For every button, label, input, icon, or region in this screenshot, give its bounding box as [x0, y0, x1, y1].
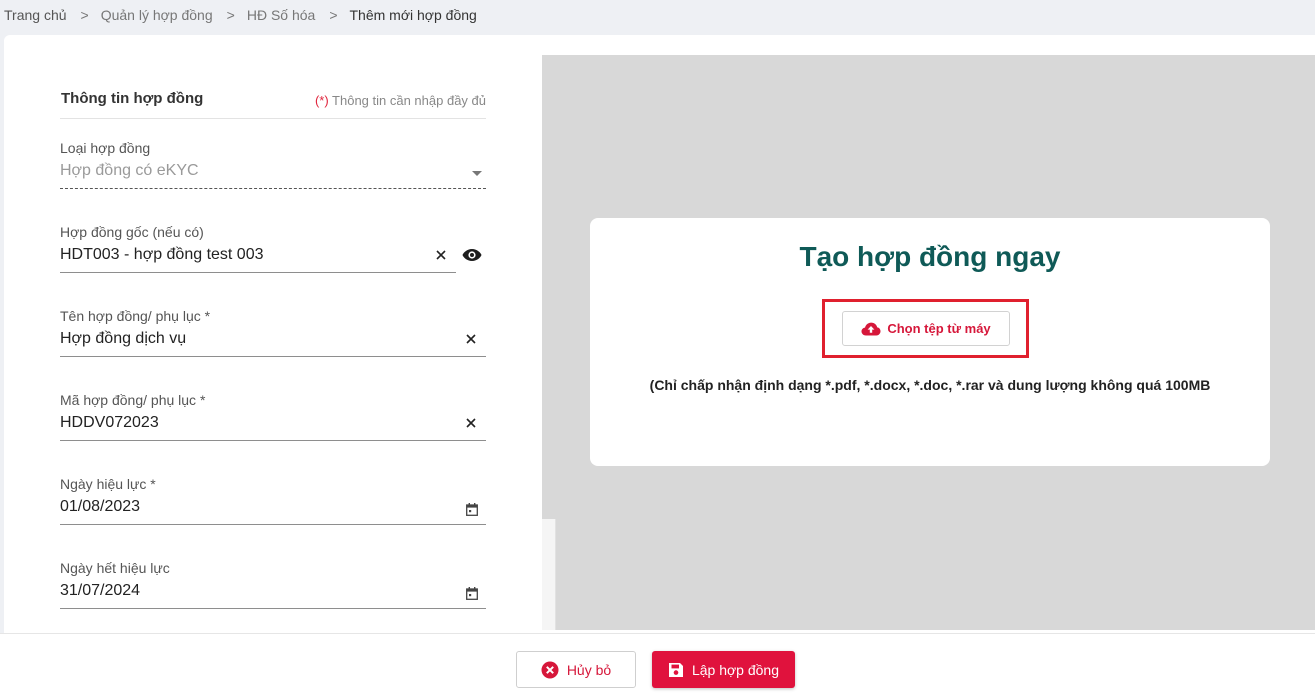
field-underline [60, 356, 486, 357]
cancel-button[interactable]: Hủy bỏ [516, 651, 636, 688]
breadcrumb-separator: > [329, 7, 338, 23]
upload-title: Tạo hợp đồng ngay [799, 241, 1061, 272]
cancel-circle-icon [541, 661, 559, 678]
field-underline [60, 608, 486, 609]
file-format-hint: (Chỉ chấp nhận định dạng *.pdf, *.docx, … [649, 377, 1211, 393]
scrollbar[interactable] [542, 519, 556, 630]
expiry-date-field[interactable]: Ngày hết hiệu lực 31/07/2024 [60, 560, 486, 620]
breadcrumb-separator: > [80, 7, 89, 23]
field-underline [60, 188, 486, 189]
contract-name-label: Tên hợp đồng/ phụ lục * [60, 308, 211, 324]
section-header: Thông tin hợp đồng (*) Thông tin cần nhậ… [60, 83, 486, 119]
main-card: Thông tin hợp đồng (*) Thông tin cần nhậ… [4, 35, 1315, 633]
calendar-icon[interactable] [466, 587, 478, 600]
required-mark: (*) [314, 93, 329, 108]
footer-bar: Hủy bỏ Lập hợp đồng [0, 633, 1315, 696]
effective-date-label: Ngày hiệu lực * [60, 476, 156, 492]
required-note-text: Thông tin cần nhập đầy đủ [332, 93, 486, 108]
field-underline [60, 440, 486, 441]
field-underline [60, 524, 486, 525]
close-icon[interactable] [464, 332, 478, 346]
expiry-date-label: Ngày hết hiệu lực [60, 560, 170, 576]
contract-code-field[interactable]: Mã hợp đồng/ phụ lục * HDDV072023 [60, 392, 486, 452]
contract-name-value[interactable]: Hợp đồng dịch vụ [60, 330, 186, 348]
breadcrumb-separator: > [226, 7, 235, 23]
choose-file-label: Chọn tệp từ máy [887, 321, 991, 336]
breadcrumb-current: Thêm mới hợp đồng [349, 7, 477, 23]
original-contract-label: Hợp đồng gốc (nếu có) [60, 224, 204, 240]
document-preview-area: Tạo hợp đồng ngay Chọn tệp từ máy (Chỉ c… [542, 55, 1315, 630]
create-contract-label: Lập hợp đồng [691, 661, 780, 678]
breadcrumb-digitized-contracts[interactable]: HĐ Số hóa [247, 7, 315, 23]
close-icon[interactable] [464, 416, 478, 430]
eye-icon[interactable] [462, 248, 482, 262]
breadcrumb: Trang chủ > Quản lý hợp đồng > HĐ Số hóa… [4, 6, 477, 24]
section-title: Thông tin hợp đồng [61, 90, 204, 107]
original-contract-value[interactable]: HDT003 - hợp đồng test 003 [60, 246, 264, 264]
contract-code-value[interactable]: HDDV072023 [60, 414, 159, 432]
breadcrumb-contract-management[interactable]: Quản lý hợp đồng [101, 7, 213, 23]
cancel-label: Hủy bỏ [566, 661, 612, 678]
field-underline [60, 272, 456, 273]
choose-file-button[interactable]: Chọn tệp từ máy [842, 311, 1010, 346]
required-note: (*) Thông tin cần nhập đầy đủ [315, 93, 486, 108]
dropdown-arrow-icon[interactable] [472, 171, 482, 176]
upload-card: Tạo hợp đồng ngay Chọn tệp từ máy (Chỉ c… [590, 218, 1270, 466]
contract-type-select[interactable]: Loại hợp đồng Hợp đồng có eKYC [60, 140, 486, 200]
save-icon [668, 662, 683, 677]
calendar-icon[interactable] [466, 503, 478, 516]
create-contract-button[interactable]: Lập hợp đồng [652, 651, 795, 688]
expiry-date-value[interactable]: 31/07/2024 [60, 582, 140, 600]
original-contract-field[interactable]: Hợp đồng gốc (nếu có) HDT003 - hợp đồng … [60, 224, 486, 284]
close-icon[interactable] [434, 248, 448, 262]
effective-date-value[interactable]: 01/08/2023 [60, 498, 140, 516]
contract-name-field[interactable]: Tên hợp đồng/ phụ lục * Hợp đồng dịch vụ [60, 308, 486, 368]
breadcrumb-home[interactable]: Trang chủ [4, 7, 67, 23]
contract-code-label: Mã hợp đồng/ phụ lục * [60, 392, 206, 408]
contract-type-value: Hợp đồng có eKYC [60, 162, 199, 179]
effective-date-field[interactable]: Ngày hiệu lực * 01/08/2023 [60, 476, 486, 536]
contract-type-label: Loại hợp đồng [60, 140, 151, 156]
cloud-upload-icon [861, 322, 881, 335]
